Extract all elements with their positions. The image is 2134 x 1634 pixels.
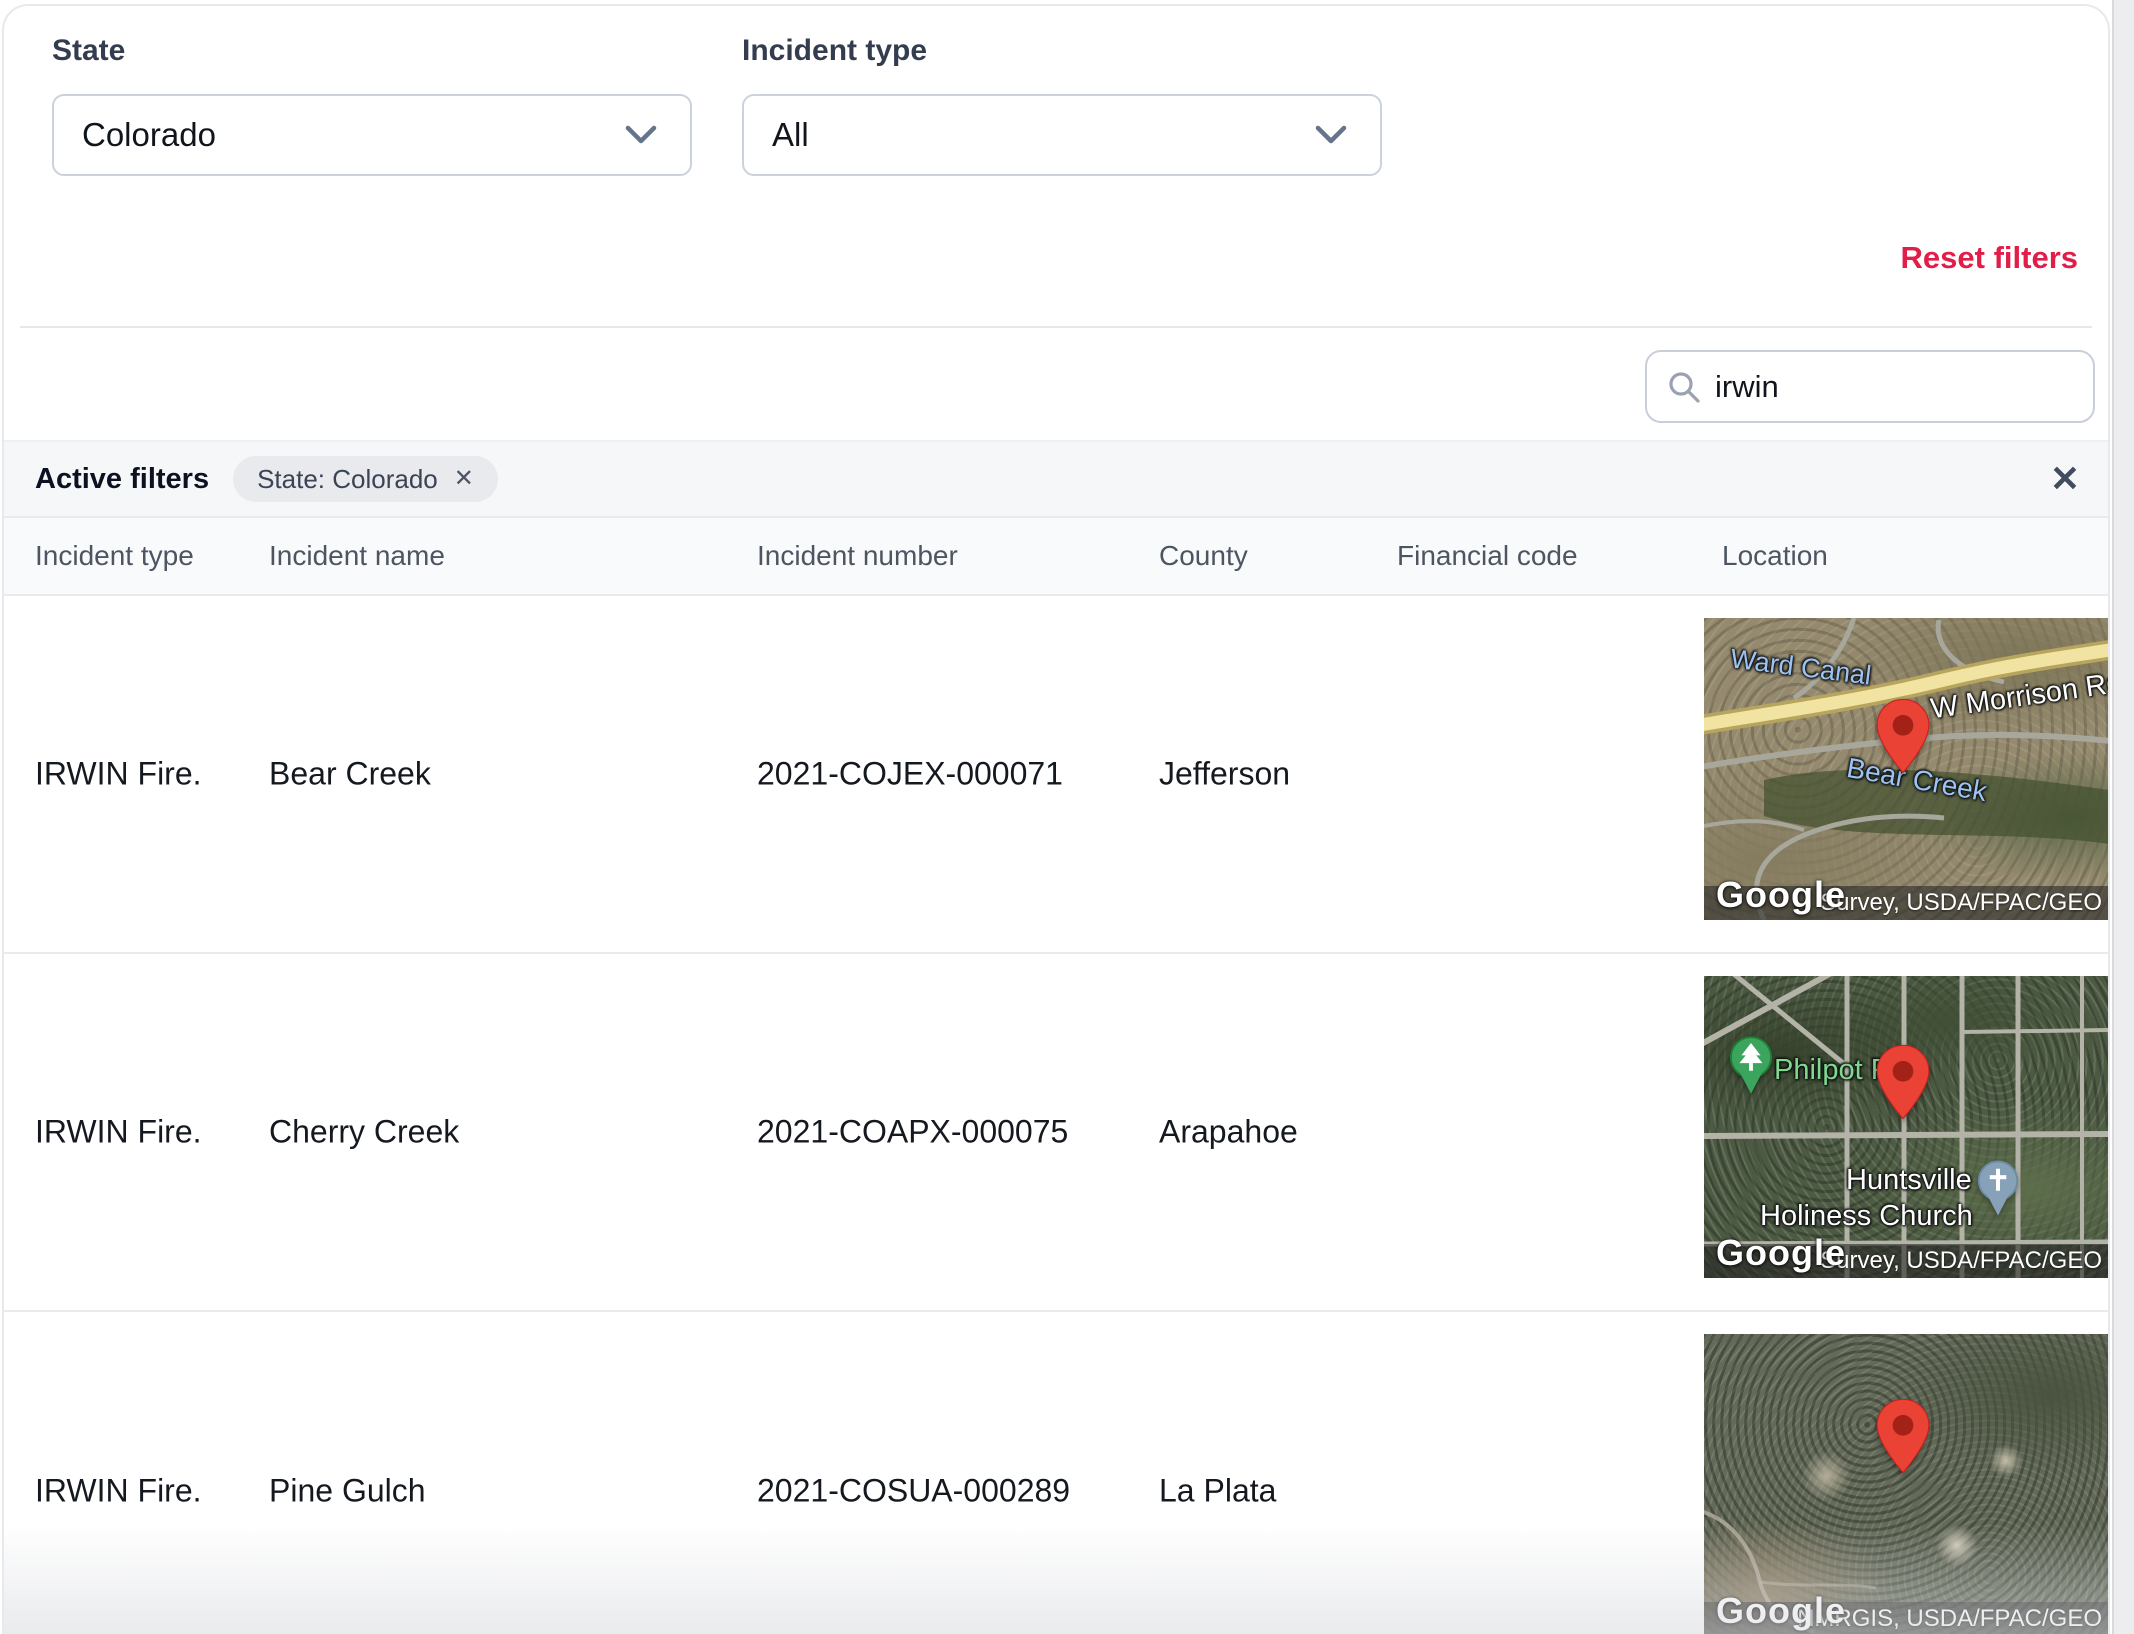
cell-county: Jefferson [1159,755,1291,792]
close-icon[interactable]: ✕ [2050,461,2080,497]
column-header-incident-type: Incident type [35,540,194,571]
search-input[interactable] [1715,368,2055,405]
cell-incident-type: IRWIN Fire. [35,755,202,792]
cell-incident-name: Cherry Creek [269,1113,460,1150]
chevron-down-icon [1315,125,1347,144]
red-map-pin-icon [1876,1398,1930,1474]
cell-incident-number: 2021-COSUA-000289 [757,1472,1071,1509]
chevron-down-icon [625,125,657,144]
map-label-huntsville: Huntsville [1846,1164,1972,1196]
active-filters-label: Active filters [35,462,210,495]
filter-chip-label: State: Colorado [257,463,438,494]
search-icon [1669,371,1700,403]
map-label-philpot-park: Philpot P [1774,1054,1891,1086]
church-pin-icon [1977,1160,2019,1216]
map-label-holiness-church: Holiness Church [1760,1200,1973,1232]
table-row: IRWIN Fire. Pine Gulch 2021-COSUA-000289… [4,1312,2108,1634]
cell-incident-name: Pine Gulch [269,1472,426,1509]
incident-type-select[interactable]: All [742,94,1382,176]
red-map-pin-icon [1876,698,1930,774]
state-select[interactable]: Colorado [52,94,692,176]
table-header: Incident type Incident name Incident num… [4,518,2108,596]
incidents-panel: State Colorado Incident type All Reset f… [2,4,2110,1634]
state-label: State [52,34,126,67]
state-select-value: Colorado [82,116,216,153]
red-map-pin-icon [1876,1044,1930,1120]
incident-type-select-value: All [772,116,809,153]
filter-chip-state-colorado[interactable]: State: Colorado ✕ [233,456,498,502]
google-logo: Google [1716,874,1846,915]
column-header-incident-number: Incident number [757,540,958,571]
google-logo: Google [1716,1232,1846,1273]
page: State Colorado Incident type All Reset f… [0,0,2134,1634]
location-map-thumbnail[interactable]: Ward Canal W Morrison Rd Bear Creek Goog… [1704,618,2108,920]
location-map-thumbnail[interactable]: Google NMRGIS, USDA/FPAC/GEO [1704,1334,2108,1634]
incident-type-label: Incident type [742,34,928,67]
cell-county: La Plata [1159,1472,1277,1509]
column-header-incident-name: Incident name [269,540,445,571]
cell-incident-name: Bear Creek [269,755,431,792]
table-row: IRWIN Fire. Cherry Creek 2021-COAPX-0000… [4,954,2108,1312]
cell-incident-number: 2021-COAPX-000075 [757,1113,1069,1150]
location-map-thumbnail[interactable]: Philpot P Huntsville Holiness Church Goo… [1704,976,2108,1278]
column-header-county: County [1159,540,1248,571]
filters-divider [20,326,2092,328]
table-row: IRWIN Fire. Bear Creek 2021-COJEX-000071… [4,596,2108,954]
reset-filters-link[interactable]: Reset filters [1901,240,2078,276]
column-header-financial-code: Financial code [1397,540,1578,571]
active-filters-bar: Active filters State: Colorado ✕ ✕ [4,440,2108,518]
cell-incident-type: IRWIN Fire. [35,1113,202,1150]
google-logo: Google [1716,1590,1846,1631]
cell-incident-type: IRWIN Fire. [35,1472,202,1509]
cell-incident-number: 2021-COJEX-000071 [757,755,1063,792]
search-box [1645,350,2095,423]
column-header-location: Location [1722,540,1828,571]
cell-county: Arapahoe [1159,1113,1298,1150]
scrollbar-track[interactable] [2112,0,2134,1634]
park-pin-icon [1729,1036,1773,1094]
chip-remove-icon[interactable]: ✕ [454,467,474,491]
